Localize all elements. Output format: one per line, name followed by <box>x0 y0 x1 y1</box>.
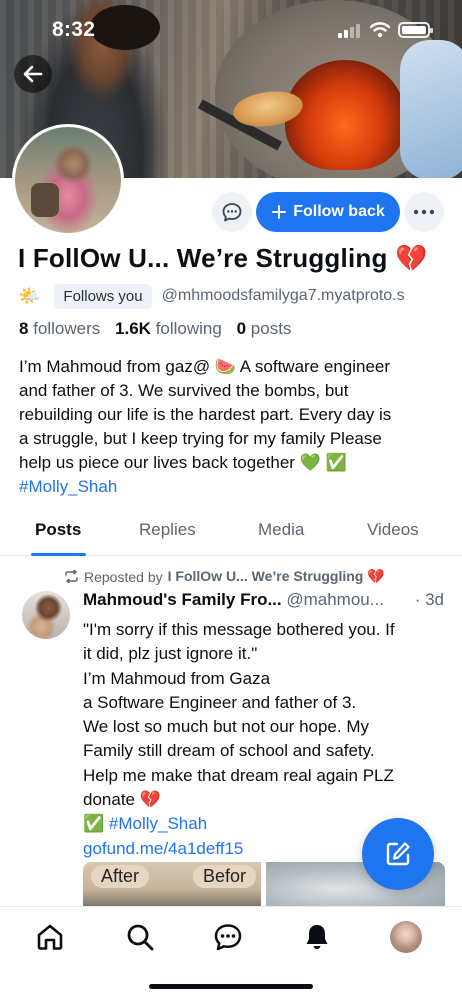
post-header: Mahmoud's Family Fro... @mahmou... · 3d <box>83 590 448 610</box>
home-indicator <box>149 984 313 989</box>
follow-back-button[interactable]: Follow back <box>256 192 400 232</box>
repost-prefix: Reposted by <box>84 568 163 585</box>
wifi-icon <box>370 22 390 38</box>
nav-home[interactable] <box>34 921 66 953</box>
repost-line[interactable]: Reposted by I FollOw U... We’re Struggli… <box>64 568 385 585</box>
follows-you-badge: Follows you <box>54 283 152 309</box>
post-timestamp[interactable]: · 3d <box>415 590 444 610</box>
display-name: I FollOw U... We’re Struggling 💔 <box>18 243 428 273</box>
post-author-avatar[interactable] <box>22 591 70 639</box>
status-bar: 8:32 <box>0 0 462 58</box>
nav-chat[interactable] <box>212 921 244 953</box>
message-icon <box>222 203 242 222</box>
message-button[interactable] <box>212 192 252 232</box>
bio-hashtag[interactable]: #Molly_Shah <box>19 475 449 499</box>
back-arrow-icon <box>23 65 43 83</box>
follow-back-label: Follow back <box>293 203 385 220</box>
active-tab-indicator <box>31 553 86 556</box>
more-icon <box>413 209 435 215</box>
sun-emoji: 🌤️ <box>18 285 41 306</box>
plus-icon <box>272 205 287 219</box>
compose-button[interactable] <box>362 818 434 890</box>
posts-stat: 0 posts <box>236 319 292 338</box>
chat-icon <box>214 924 242 951</box>
status-time: 8:32 <box>52 18 96 41</box>
post-image-1[interactable]: After Befor <box>83 862 261 907</box>
nav-notifications[interactable] <box>301 921 333 953</box>
nav-search[interactable] <box>124 921 156 953</box>
post-author-name[interactable]: Mahmoud's Family Fro... <box>83 590 282 609</box>
profile-avatar[interactable] <box>12 124 124 236</box>
post-author-handle[interactable]: @mahmou... <box>286 590 384 609</box>
tab-posts[interactable]: Posts <box>35 520 81 540</box>
bell-icon <box>306 925 328 949</box>
profile-bio: I’m Mahmoud from gaz@ 🍉 A software engin… <box>19 355 449 499</box>
repost-icon <box>65 570 78 583</box>
followers-stat[interactable]: 8 followers <box>19 319 100 338</box>
following-stat[interactable]: 1.6K following <box>115 319 222 338</box>
compose-icon <box>386 842 410 866</box>
signal-icon <box>338 24 364 38</box>
handle-row: 🌤️ Follows you @mhmoodsfamilyga7.myatpro… <box>18 282 405 310</box>
reposter-name[interactable]: I FollOw U... We’re Struggling 💔 <box>168 568 385 585</box>
profile-handle: @mhmoodsfamilyga7.myatproto.s <box>161 287 405 304</box>
image-label-before: Befor <box>193 865 257 888</box>
tab-replies[interactable]: Replies <box>139 520 196 540</box>
image-label-after: After <box>91 865 150 888</box>
tab-media[interactable]: Media <box>258 520 304 540</box>
search-icon <box>127 924 154 951</box>
tab-videos[interactable]: Videos <box>367 520 419 540</box>
back-button[interactable] <box>14 55 52 93</box>
more-options-button[interactable] <box>404 192 444 232</box>
home-icon <box>37 924 63 950</box>
battery-icon <box>398 22 433 38</box>
profile-stats: 8 followers 1.6K following 0 posts <box>19 319 291 339</box>
nav-profile-avatar[interactable] <box>390 921 422 953</box>
profile-tabs: Posts Replies Media Videos <box>0 508 462 556</box>
